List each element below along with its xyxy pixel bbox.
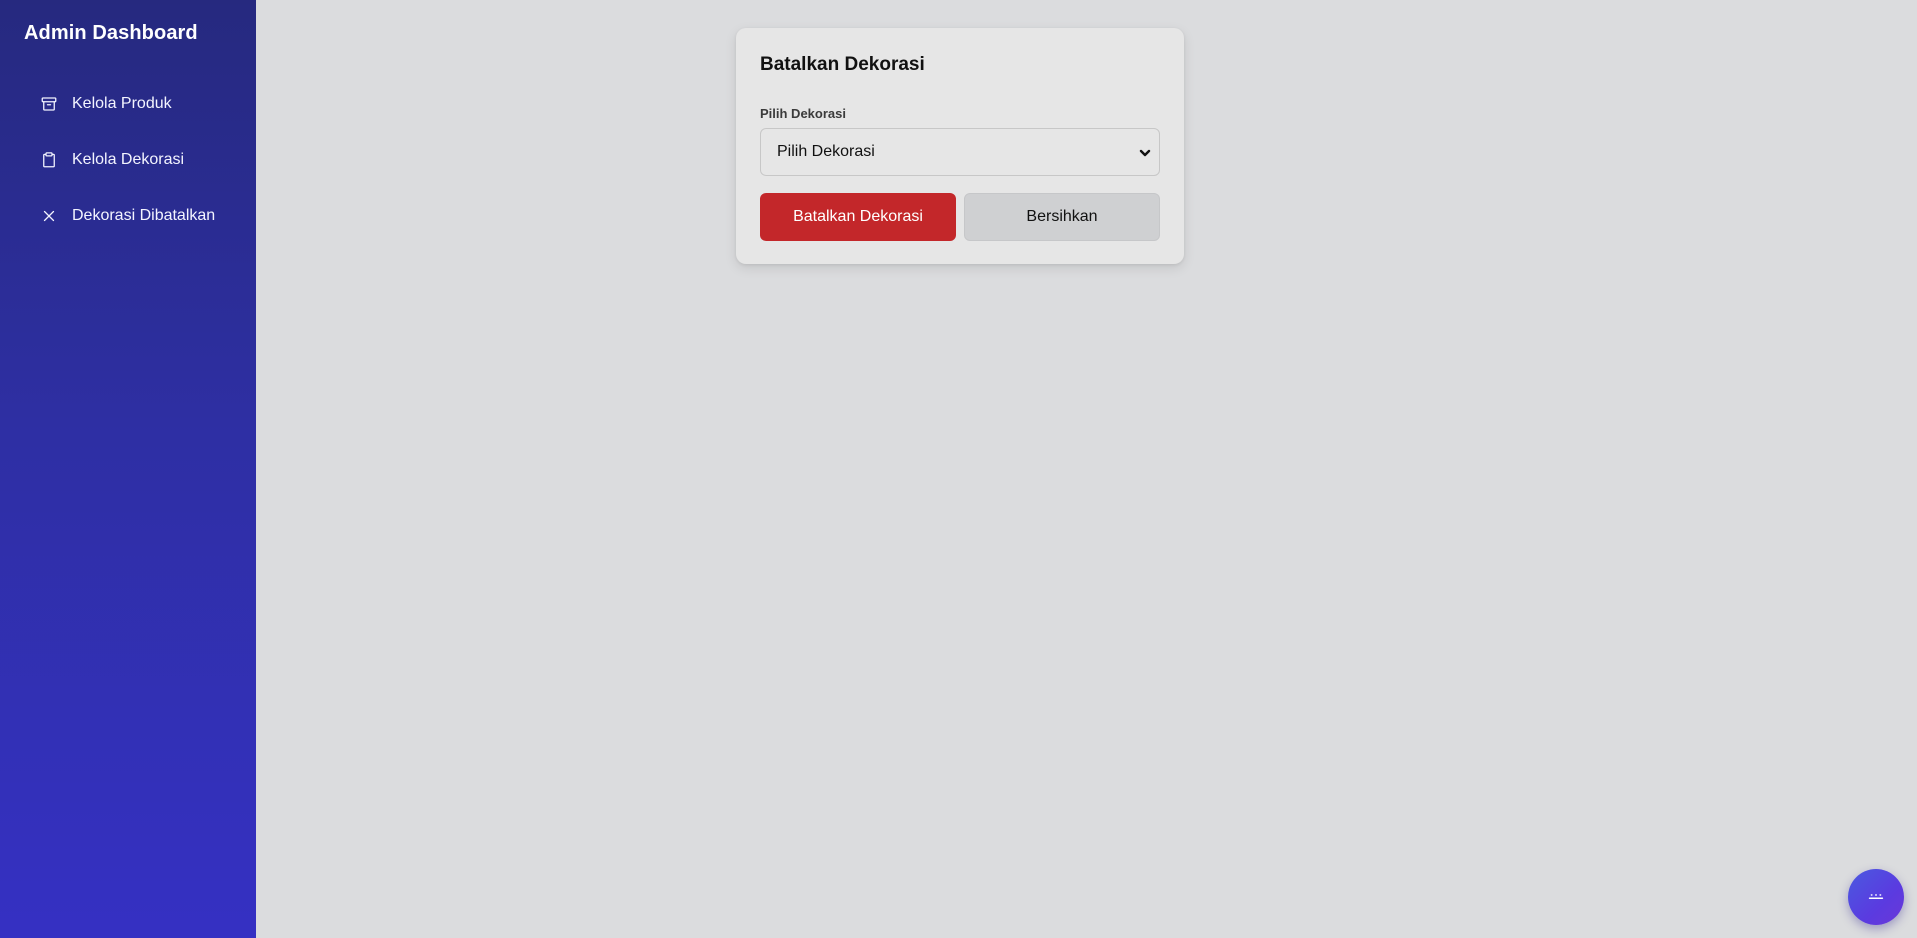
chevron-down-icon [1139, 146, 1151, 158]
select-decoration-label: Pilih Dekorasi [760, 106, 846, 121]
cancel-decoration-card: Batalkan Dekorasi Pilih Dekorasi Pilih D… [736, 28, 1184, 264]
close-icon [40, 207, 58, 225]
sidebar-item-dekorasi-dibatalkan[interactable]: Dekorasi Dibatalkan [24, 194, 244, 238]
archive-box-icon [40, 95, 58, 113]
sidebar: Admin Dashboard Kelola Produk Kelola Dek… [0, 0, 256, 938]
sidebar-item-label: Kelola Produk [72, 95, 172, 112]
clear-button[interactable]: Bersihkan [964, 193, 1160, 241]
cancel-decoration-button[interactable]: Batalkan Dekorasi [760, 193, 956, 241]
sidebar-item-kelola-dekorasi[interactable]: Kelola Dekorasi [24, 138, 244, 182]
sidebar-item-label: Dekorasi Dibatalkan [72, 207, 216, 224]
chat-fab-button[interactable] [1848, 869, 1904, 925]
sidebar-nav: Kelola Produk Kelola Dekorasi Dekorasi D… [24, 82, 244, 250]
sidebar-item-label: Kelola Dekorasi [72, 151, 185, 168]
decoration-select[interactable]: Pilih Dekorasi [760, 128, 1160, 176]
chat-more-icon [1865, 884, 1887, 911]
card-title: Batalkan Dekorasi [760, 54, 925, 75]
decoration-select-value: Pilih Dekorasi [777, 143, 875, 160]
sidebar-item-kelola-produk[interactable]: Kelola Produk [24, 82, 244, 126]
app-root: Admin Dashboard Kelola Produk Kelola Dek… [0, 0, 1917, 938]
clipboard-icon [40, 151, 58, 169]
sidebar-title: Admin Dashboard [24, 22, 198, 44]
